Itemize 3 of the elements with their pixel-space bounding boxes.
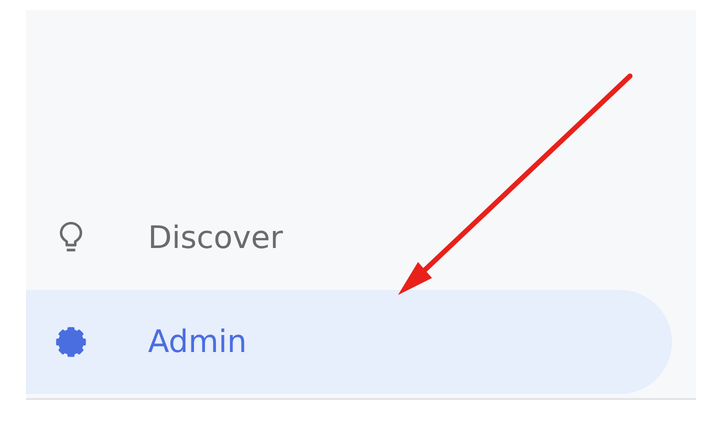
- gear-icon: [54, 325, 88, 359]
- sidebar-item[interactable]: Discover: [26, 186, 672, 290]
- sidebar-item[interactable]: Admin: [26, 290, 672, 394]
